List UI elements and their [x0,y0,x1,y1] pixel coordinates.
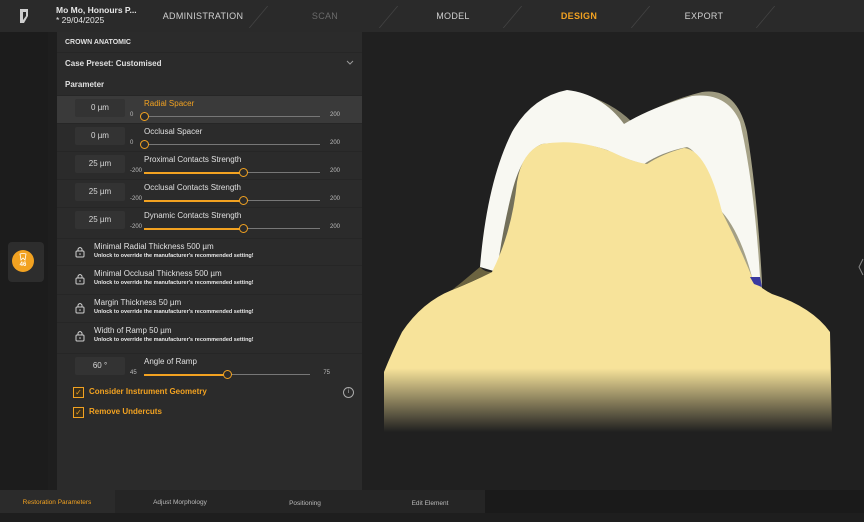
slider-label: Angle of Ramp [144,357,197,366]
slider-row[interactable]: 25 µm Proximal Contacts Strength -200 20… [57,151,362,179]
locked-parameter-note: Unlock to override the manufacturer's re… [94,280,254,286]
tooth-number: 46 [19,262,27,268]
slider-label: Occlusal Contacts Strength [144,183,241,192]
value-input[interactable]: 25 µm [75,183,125,201]
slider-knob[interactable] [223,370,232,379]
tab-administration[interactable]: ADMINISTRATION [148,0,258,32]
slider-knob[interactable] [239,196,248,205]
slider-knob[interactable] [140,112,149,121]
lock-icon[interactable] [75,329,85,342]
slider-min: 45 [130,370,137,376]
slider-track[interactable]: 45 75 [130,370,330,382]
bottom-tab-bar: Restoration Parameters Adjust Morphology… [0,490,864,513]
tab-model[interactable]: MODEL [398,0,508,32]
chevron-down-icon [346,59,354,68]
checkbox-label: Remove Undercuts [89,407,162,416]
slider-max: 75 [323,370,330,376]
value-input[interactable]: 25 µm [75,211,125,229]
slider-row[interactable]: 60 ° Angle of Ramp 45 75 [57,353,362,381]
viewport-expand-icon[interactable] [858,257,864,277]
locked-parameter: Minimal Occlusal Thickness 500 µm Unlock… [57,265,362,291]
slider-fill [144,373,227,376]
patient-date: * 29/04/2025 [56,15,105,25]
app-logo-icon[interactable] [14,6,34,26]
lock-icon[interactable] [75,301,85,314]
locked-parameter: Minimal Radial Thickness 500 µm Unlock t… [57,238,362,264]
slider-label: Dynamic Contacts Strength [144,211,242,220]
parameter-heading: Parameter [65,80,105,89]
slider-fill [144,199,243,202]
case-preset-label: Case Preset: Customised [65,59,162,68]
slider-track[interactable]: -200 200 [130,224,340,236]
lock-icon[interactable] [75,272,85,285]
slider-max: 200 [329,112,340,118]
slider-max: 200 [329,196,340,202]
value-input[interactable]: 0 µm [75,99,125,117]
locked-parameter-name: Margin Thickness 50 µm [94,298,182,307]
tab-adjust-morphology[interactable]: Adjust Morphology [150,499,210,522]
slider-bar [144,144,320,145]
value-input[interactable]: 0 µm [75,127,125,145]
checkbox-label: Consider Instrument Geometry [89,387,207,396]
tab-export[interactable]: EXPORT [648,0,760,32]
case-preset-dropdown[interactable]: Case Preset: Customised [57,52,362,75]
slider-knob[interactable] [140,140,149,149]
tab-design[interactable]: DESIGN [523,0,635,32]
locked-parameter-note: Unlock to override the manufacturer's re… [94,309,254,315]
tooth-icon [19,253,27,261]
consider-instrument-geometry-checkbox[interactable]: ✓ [73,387,84,398]
tab-edit-element[interactable]: Edit Element [380,492,480,515]
slider-row[interactable]: 0 µm Occlusal Spacer 0 200 [57,123,362,151]
slider-fill [144,171,243,174]
tooth-model [384,90,832,432]
slider-max: 200 [329,224,340,230]
value-input[interactable]: 25 µm [75,155,125,173]
parameter-panel: CROWN ANATOMIC Case Preset: Customised P… [57,32,362,490]
slider-min: 0 [130,140,134,146]
section-title: CROWN ANATOMIC [65,39,131,46]
slider-min: -200 [130,224,143,230]
slider-row[interactable]: 0 µm Radial Spacer 0 200 [57,95,362,123]
slider-label: Proximal Contacts Strength [144,155,242,164]
slider-min: -200 [130,196,143,202]
slider-bar [144,116,320,117]
locked-parameter: Width of Ramp 50 µm Unlock to override t… [57,322,362,348]
slider-min: -200 [130,168,143,174]
slider-row[interactable]: 25 µm Occlusal Contacts Strength -200 20… [57,179,362,207]
slider-max: 200 [329,168,340,174]
slider-label: Radial Spacer [144,99,195,108]
locked-parameter-note: Unlock to override the manufacturer's re… [94,337,254,343]
tab-scan[interactable]: SCAN [270,0,380,32]
slider-knob[interactable] [239,168,248,177]
lock-icon[interactable] [75,245,85,258]
locked-parameter: Margin Thickness 50 µm Unlock to overrid… [57,294,362,320]
tab-divider [378,6,399,28]
top-bar: Mo Mo, Honours P... * 29/04/2025 ADMINIS… [0,0,864,32]
value-input[interactable]: 60 ° [75,357,125,375]
slider-fill [144,227,243,230]
locked-parameter-name: Width of Ramp 50 µm [94,326,172,335]
tab-positioning[interactable]: Positioning [255,492,355,515]
tab-restoration-parameters[interactable]: Restoration Parameters [22,499,92,522]
remove-undercuts-checkbox[interactable]: ✓ [73,407,84,418]
slider-max: 200 [329,140,340,146]
slider-knob[interactable] [239,224,248,233]
patient-name: Mo Mo, Honours P... [56,5,137,15]
slider-row[interactable]: 25 µm Dynamic Contacts Strength -200 200 [57,207,362,235]
tooth-badge[interactable]: 46 [12,250,34,272]
locked-parameter-note: Unlock to override the manufacturer's re… [94,253,254,259]
info-icon[interactable]: i [343,387,354,398]
locked-parameter-name: Minimal Occlusal Thickness 500 µm [94,269,222,278]
patient-info[interactable]: Mo Mo, Honours P... * 29/04/2025 [56,5,137,25]
locked-parameter-name: Minimal Radial Thickness 500 µm [94,242,214,251]
slider-min: 0 [130,112,134,118]
slider-label: Occlusal Spacer [144,127,203,136]
3d-viewport[interactable] [362,32,864,490]
